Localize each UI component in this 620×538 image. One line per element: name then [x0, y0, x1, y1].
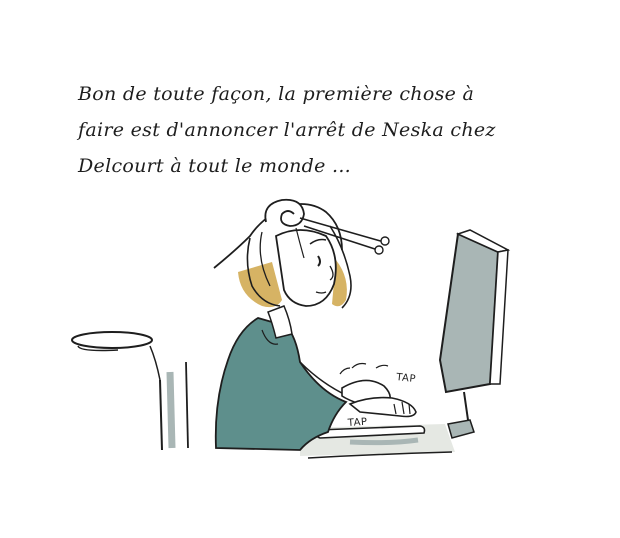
side-table	[71, 331, 189, 451]
hands	[339, 362, 417, 418]
comic-panel: Bon de toute façon, la première chose à …	[0, 0, 620, 538]
tap-sfx-lower: TAP	[346, 417, 367, 429]
comic-illustration: TAP TAP	[71, 198, 511, 459]
character-head	[213, 198, 390, 309]
monitor	[438, 229, 511, 439]
tap-sfx-upper: TAP	[395, 372, 417, 385]
